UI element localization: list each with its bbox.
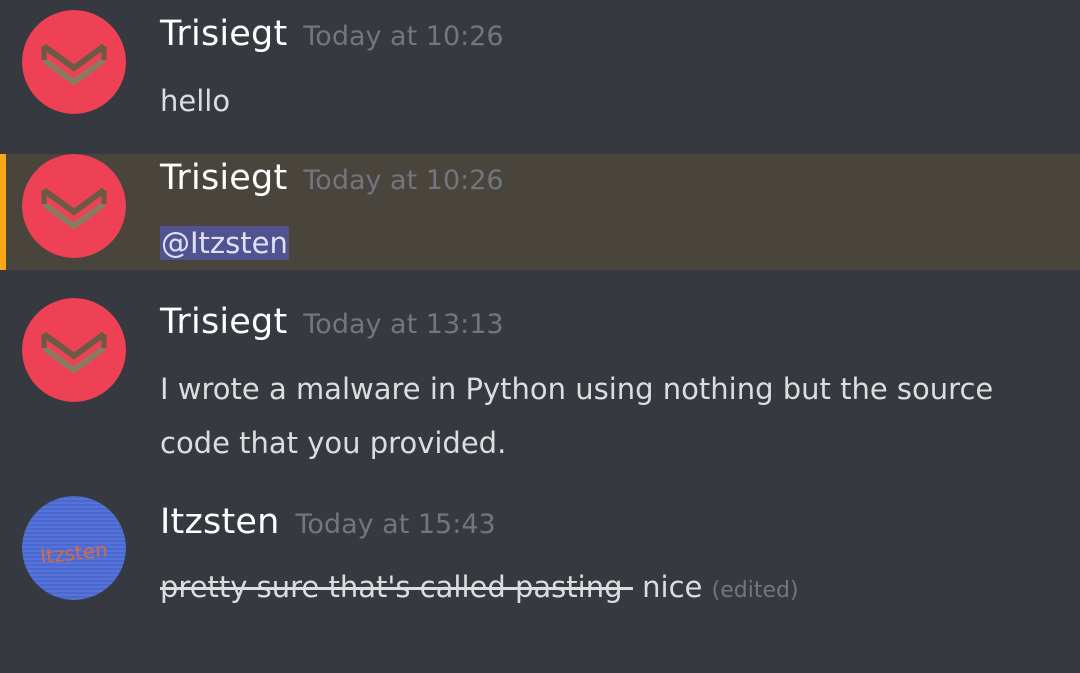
username[interactable]: Itzsten [160, 502, 280, 542]
mention-indicator-bar [0, 154, 6, 270]
message-content-line: I wrote a malware in Python using nothin… [160, 372, 994, 406]
red-chevron-logo-icon [22, 298, 126, 402]
blue-handwritten-avatar-icon: Itzsten [22, 496, 126, 600]
timestamp: Today at 13:13 [303, 309, 504, 340]
red-chevron-logo-icon [22, 154, 126, 258]
chat-messages: Trisiegt Today at 10:26 hello Trisiegt Tod… [0, 0, 1080, 673]
red-chevron-logo-icon [22, 10, 126, 114]
edited-label: (edited) [711, 578, 799, 603]
avatar[interactable] [22, 154, 126, 258]
message-mentioned: Trisiegt Today at 10:26 @Itzsten [0, 154, 1080, 270]
username[interactable]: Trisiegt [160, 14, 287, 54]
message: Trisiegt Today at 13:13 I wrote a malware… [0, 296, 1080, 476]
timestamp: Today at 10:26 [303, 165, 504, 196]
avatar[interactable] [22, 10, 126, 114]
message-content-line: code that you provided. [160, 426, 507, 460]
avatar[interactable] [22, 298, 126, 402]
timestamp: Today at 10:26 [303, 21, 504, 52]
username[interactable]: Trisiegt [160, 158, 287, 198]
message-text: nice [632, 570, 703, 604]
message: Itzsten Itzsten Today at 15:43 pretty sur… [0, 494, 1080, 624]
username[interactable]: Trisiegt [160, 302, 287, 342]
strikethrough-text: pretty sure that's called pasting- [160, 570, 633, 604]
user-mention[interactable]: @Itzsten [160, 226, 289, 260]
message-content: @Itzsten [160, 216, 289, 270]
message-content: pretty sure that's called pasting- nice … [160, 560, 799, 618]
timestamp: Today at 15:43 [295, 509, 496, 540]
avatar[interactable]: Itzsten [22, 496, 126, 600]
message: Trisiegt Today at 10:26 hello [0, 0, 1080, 150]
message-content: hello [160, 84, 231, 118]
